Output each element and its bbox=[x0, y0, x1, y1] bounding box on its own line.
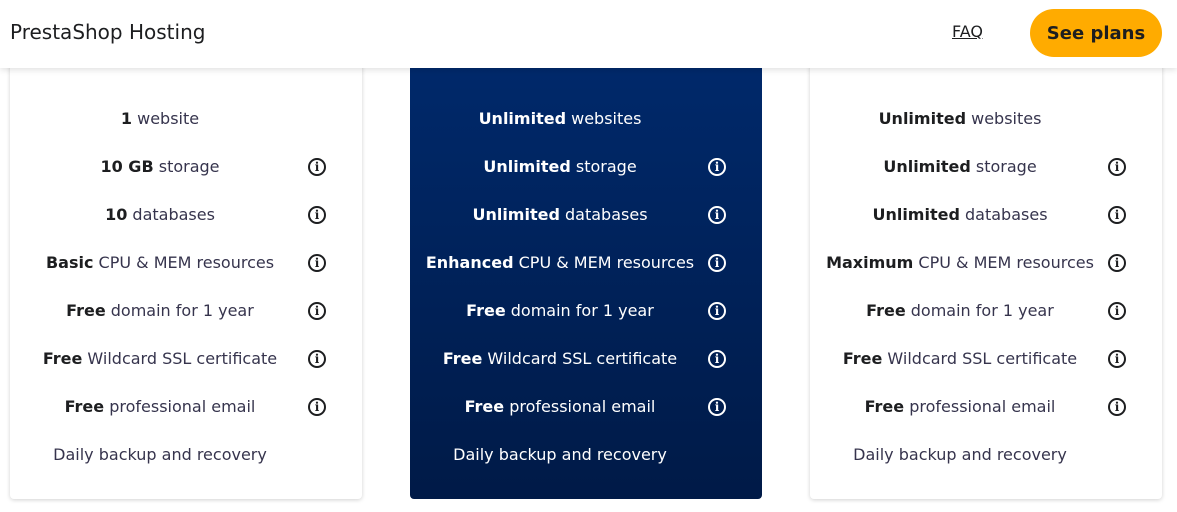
plan-feature: 1 website bbox=[10, 109, 310, 128]
plan-feature: Unlimited databases bbox=[410, 205, 710, 224]
plan-card-2: Unlimited websites Unlimited storage i Unli… bbox=[410, 60, 762, 499]
plan-feature: Free professional email bbox=[10, 397, 310, 416]
info-icon[interactable]: i bbox=[308, 206, 326, 224]
feature-text: databases bbox=[959, 205, 1048, 224]
plan-feature: 10 databases bbox=[10, 205, 310, 224]
feature-text: Wildcard SSL certificate bbox=[82, 349, 278, 368]
info-icon[interactable]: i bbox=[308, 398, 326, 416]
info-icon[interactable]: i bbox=[308, 350, 326, 368]
info-icon[interactable]: i bbox=[308, 254, 326, 272]
feature-highlight: 10 bbox=[105, 205, 128, 224]
info-icon[interactable]: i bbox=[1108, 254, 1126, 272]
plan-feature: Unlimited storage bbox=[810, 157, 1110, 176]
info-icon[interactable]: i bbox=[1108, 206, 1126, 224]
plan-feature: Free domain for 1 year bbox=[10, 301, 310, 320]
feature-highlight: Unlimited bbox=[472, 205, 560, 224]
info-icon[interactable]: i bbox=[708, 158, 726, 176]
plan-feature: Free domain for 1 year bbox=[810, 301, 1110, 320]
plan-feature: Free Wildcard SSL certificate bbox=[10, 349, 310, 368]
feature-text: Wildcard SSL certificate bbox=[482, 349, 678, 368]
feature-text: CPU & MEM resources bbox=[93, 253, 275, 272]
feature-highlight: Enhanced bbox=[425, 253, 514, 272]
info-icon[interactable]: i bbox=[308, 302, 326, 320]
brand-title: PrestaShop Hosting bbox=[10, 20, 206, 44]
plan-feature: Free professional email bbox=[410, 397, 710, 416]
plan-feature: Free domain for 1 year bbox=[410, 301, 710, 320]
info-icon[interactable]: i bbox=[1108, 158, 1126, 176]
plan-feature: Free professional email bbox=[810, 397, 1110, 416]
feature-text: professional email bbox=[504, 397, 656, 416]
feature-highlight: Unlimited bbox=[878, 109, 967, 128]
plan-feature: Free Wildcard SSL certificate bbox=[410, 349, 710, 368]
feature-text: websites bbox=[966, 109, 1042, 128]
feature-text: Daily backup and recovery bbox=[453, 445, 667, 464]
feature-highlight: Unlimited bbox=[478, 109, 567, 128]
feature-highlight: Free bbox=[66, 301, 106, 320]
feature-highlight: Free bbox=[466, 301, 506, 320]
feature-text: storage bbox=[570, 157, 637, 176]
feature-highlight: Unlimited bbox=[483, 157, 571, 176]
feature-text: Wildcard SSL certificate bbox=[882, 349, 1078, 368]
feature-highlight: Free bbox=[464, 397, 505, 416]
feature-text: websites bbox=[566, 109, 642, 128]
feature-text: storage bbox=[153, 157, 220, 176]
feature-highlight: Free bbox=[866, 301, 906, 320]
feature-text: website bbox=[132, 109, 200, 128]
feature-text: Daily backup and recovery bbox=[853, 445, 1067, 464]
info-icon[interactable]: i bbox=[1108, 302, 1126, 320]
feature-text: professional email bbox=[104, 397, 256, 416]
info-icon[interactable]: i bbox=[708, 254, 726, 272]
plan-feature: Daily backup and recovery bbox=[810, 445, 1110, 464]
feature-highlight: Free bbox=[442, 349, 483, 368]
feature-highlight: Unlimited bbox=[883, 157, 971, 176]
feature-highlight: Free bbox=[864, 397, 905, 416]
info-icon[interactable]: i bbox=[708, 398, 726, 416]
feature-text: Daily backup and recovery bbox=[53, 445, 267, 464]
feature-highlight: 1 bbox=[120, 109, 133, 128]
info-icon[interactable]: i bbox=[708, 206, 726, 224]
feature-text: CPU & MEM resources bbox=[913, 253, 1094, 272]
plan-feature: Enhanced CPU & MEM resources bbox=[410, 253, 710, 272]
feature-highlight: Unlimited bbox=[872, 205, 960, 224]
feature-text: domain for 1 year bbox=[105, 301, 254, 320]
plan-card-3: Unlimited websites Unlimited storage i Unli… bbox=[810, 60, 1162, 499]
plan-feature: Maximum CPU & MEM resources bbox=[810, 253, 1110, 272]
site-header: PrestaShop Hosting FAQ See plans bbox=[0, 0, 1177, 68]
plan-feature: 10 GB storage bbox=[10, 157, 310, 176]
feature-highlight: 10 GB bbox=[100, 157, 154, 176]
plan-feature: Daily backup and recovery bbox=[10, 445, 310, 464]
info-icon[interactable]: i bbox=[1108, 350, 1126, 368]
plan-feature: Free Wildcard SSL certificate bbox=[810, 349, 1110, 368]
info-icon[interactable]: i bbox=[1108, 398, 1126, 416]
info-icon[interactable]: i bbox=[308, 158, 326, 176]
plan-feature: Unlimited websites bbox=[810, 109, 1110, 128]
plan-feature: Daily backup and recovery bbox=[410, 445, 710, 464]
plan-feature: Unlimited websites bbox=[410, 109, 710, 128]
feature-highlight: Maximum bbox=[826, 253, 914, 272]
feature-text: databases bbox=[559, 205, 648, 224]
info-icon[interactable]: i bbox=[708, 302, 726, 320]
feature-text: databases bbox=[127, 205, 215, 224]
feature-highlight: Free bbox=[42, 349, 83, 368]
faq-link[interactable]: FAQ bbox=[952, 22, 983, 41]
feature-text: domain for 1 year bbox=[505, 301, 654, 320]
feature-text: professional email bbox=[904, 397, 1056, 416]
plan-feature: Unlimited storage bbox=[410, 157, 710, 176]
feature-highlight: Free bbox=[842, 349, 883, 368]
info-icon[interactable]: i bbox=[708, 350, 726, 368]
feature-text: storage bbox=[970, 157, 1037, 176]
plan-feature: Basic CPU & MEM resources bbox=[10, 253, 310, 272]
see-plans-button[interactable]: See plans bbox=[1030, 9, 1162, 57]
feature-text: CPU & MEM resources bbox=[513, 253, 695, 272]
plan-card-1: 1 website 10 GB storage i 10 databases i Basi… bbox=[10, 60, 362, 499]
feature-text: domain for 1 year bbox=[905, 301, 1054, 320]
feature-highlight: Free bbox=[64, 397, 105, 416]
feature-highlight: Basic bbox=[45, 253, 94, 272]
plan-feature: Unlimited databases bbox=[810, 205, 1110, 224]
